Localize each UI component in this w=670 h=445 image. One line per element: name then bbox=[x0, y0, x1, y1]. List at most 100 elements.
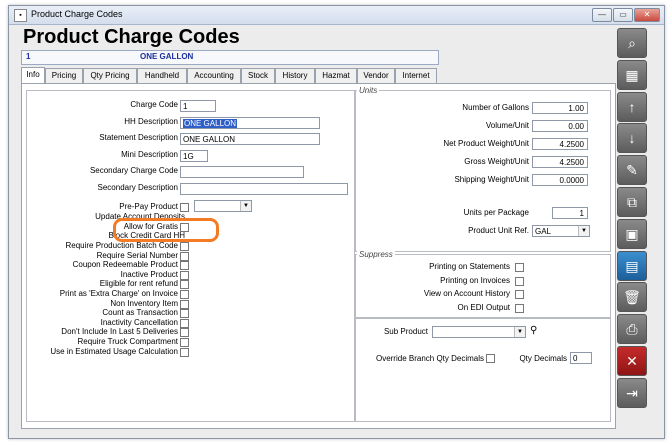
option-checkbox[interactable] bbox=[180, 299, 189, 309]
suppress-checkbox[interactable] bbox=[515, 276, 524, 286]
tab-handheld[interactable]: Handheld bbox=[137, 68, 187, 83]
statement-description-field[interactable]: ONE GALLON bbox=[180, 133, 320, 145]
arrow-down-button[interactable]: ↓ bbox=[617, 123, 647, 154]
units-row-value[interactable]: 0.00 bbox=[532, 120, 588, 132]
save-disk-icon: ▤ bbox=[625, 257, 639, 274]
units-per-package-field[interactable]: 1 bbox=[552, 207, 588, 219]
minimize-button[interactable]: — bbox=[592, 8, 612, 22]
units-row-label: Volume/Unit bbox=[485, 121, 529, 130]
option-label: Require Truck Compartment bbox=[77, 337, 178, 346]
option-checkbox[interactable] bbox=[180, 328, 189, 338]
binoculars-icon[interactable]: ⚲ bbox=[530, 325, 537, 336]
cancel-x-button[interactable]: ✕ bbox=[617, 346, 647, 376]
mini-description-field[interactable]: 1G bbox=[180, 150, 208, 162]
exit-door-icon: ⇥ bbox=[626, 384, 638, 401]
secondary-code-field[interactable] bbox=[180, 166, 304, 178]
hh-description-field[interactable]: ONE GALLON bbox=[180, 117, 320, 129]
hh-description-value: ONE GALLON bbox=[183, 119, 238, 128]
option-checkbox[interactable] bbox=[180, 309, 189, 319]
main-window: ▪ Product Charge Codes — ▭ ✕ Product Cha… bbox=[8, 5, 665, 439]
edit-pencil-button[interactable]: ✎ bbox=[617, 155, 647, 186]
exit-door-button[interactable]: ⇥ bbox=[617, 377, 647, 408]
chevron-down-icon: ▼ bbox=[514, 327, 525, 337]
units-row-label: Number of Gallons bbox=[462, 103, 529, 112]
units-per-package-label: Units per Package bbox=[463, 208, 529, 217]
chevron-down-icon: ▼ bbox=[240, 201, 251, 211]
tab-history[interactable]: History bbox=[275, 68, 315, 83]
option-checkbox[interactable] bbox=[180, 261, 189, 271]
suppress-checkbox[interactable] bbox=[515, 263, 524, 272]
unit-ref-label: Product Unit Ref. bbox=[468, 226, 529, 235]
tab-vendor[interactable]: Vendor bbox=[357, 68, 395, 83]
qty-decimals-spinner[interactable]: 0 bbox=[570, 352, 592, 364]
sub-product-dropdown[interactable]: ▼ bbox=[432, 326, 526, 338]
option-checkbox[interactable] bbox=[180, 270, 189, 280]
record-code: 1 bbox=[26, 52, 31, 61]
suppress-checkbox[interactable] bbox=[515, 303, 524, 313]
secondary-description-field[interactable] bbox=[180, 183, 348, 195]
tab-pricing[interactable]: Pricing bbox=[45, 68, 83, 83]
option-checkbox[interactable] bbox=[180, 347, 189, 357]
suppress-label: Printing on Invoices bbox=[440, 275, 510, 285]
copy-add-icon: ⧉ bbox=[627, 194, 637, 210]
trash-icon: 🗑 bbox=[623, 289, 641, 306]
info-panel: Charge Code 1 HH Description ONE GALLON … bbox=[21, 83, 616, 429]
print-button[interactable]: ⎙ bbox=[617, 314, 647, 345]
window-title: Product Charge Codes bbox=[31, 9, 123, 19]
suppress-label: On EDI Output bbox=[457, 302, 510, 312]
qty-decimals-label: Qty Decimals bbox=[519, 354, 567, 363]
tab-qty-pricing[interactable]: Qty Pricing bbox=[83, 68, 137, 83]
option-label: Coupon Redeemable Product bbox=[72, 260, 178, 270]
save-disk-button[interactable]: ▤ bbox=[617, 250, 647, 281]
option-label: Non Inventory Item bbox=[110, 298, 178, 308]
option-checkbox[interactable] bbox=[180, 290, 189, 299]
record-bar: 1 ONE GALLON bbox=[21, 50, 439, 65]
units-row-value[interactable]: 1.00 bbox=[532, 102, 588, 114]
tab-info[interactable]: Info bbox=[21, 67, 45, 84]
tab-stock[interactable]: Stock bbox=[241, 68, 275, 83]
option-checkbox[interactable] bbox=[180, 338, 189, 347]
arrow-up-button[interactable]: ↑ bbox=[617, 91, 647, 122]
option-checkbox[interactable] bbox=[180, 242, 189, 251]
new-record-button[interactable]: ▣ bbox=[617, 218, 647, 249]
option-checkbox[interactable] bbox=[180, 280, 189, 290]
override-decimals-checkbox[interactable] bbox=[486, 354, 495, 363]
units-row-value[interactable]: 4.2500 bbox=[532, 156, 588, 168]
close-button[interactable]: ✕ bbox=[634, 8, 660, 22]
units-row-value[interactable]: 0.0000 bbox=[532, 174, 588, 186]
trash-button[interactable]: 🗑 bbox=[617, 282, 647, 313]
grid-icon: ▦ bbox=[625, 66, 639, 83]
copy-add-button[interactable]: ⧉ bbox=[617, 187, 647, 217]
search-button[interactable]: ⌕ bbox=[617, 28, 647, 58]
secondary-code-label: Secondary Charge Code bbox=[89, 166, 178, 175]
option-label: Count as Transaction bbox=[102, 308, 178, 318]
search-icon: ⌕ bbox=[628, 35, 636, 51]
prepay-dropdown[interactable]: ▼ bbox=[194, 200, 252, 212]
secondary-description-label: Secondary Description bbox=[97, 183, 178, 192]
charge-code-field[interactable]: 1 bbox=[180, 100, 216, 112]
option-checkbox[interactable] bbox=[180, 318, 189, 328]
tab-accounting[interactable]: Accounting bbox=[187, 68, 241, 83]
unit-ref-dropdown[interactable]: GAL ▼ bbox=[532, 225, 590, 237]
option-label: Require Production Batch Code bbox=[65, 241, 178, 250]
chevron-down-icon: ▼ bbox=[578, 226, 589, 236]
option-label: Inactive Product bbox=[120, 269, 178, 279]
grid-button[interactable]: ▦ bbox=[617, 59, 647, 90]
tab-hazmat[interactable]: Hazmat bbox=[315, 68, 357, 83]
units-row-value[interactable]: 4.2500 bbox=[532, 138, 588, 150]
suppress-group-label: Suppress bbox=[357, 250, 395, 259]
option-label: Inactivity Cancellation bbox=[100, 317, 178, 327]
suppress-label: Printing on Statements bbox=[429, 262, 510, 271]
override-decimals-label: Override Branch Qty Decimals bbox=[375, 354, 484, 363]
units-group-label: Units bbox=[357, 86, 380, 95]
restore-button[interactable]: ▭ bbox=[613, 8, 633, 22]
prepay-checkbox[interactable] bbox=[180, 203, 189, 212]
tab-internet[interactable]: Internet bbox=[395, 68, 437, 83]
print-icon: ⎙ bbox=[626, 321, 638, 338]
charge-code-label: Charge Code bbox=[130, 100, 178, 109]
option-checkbox[interactable] bbox=[180, 251, 189, 261]
app-icon: ▪ bbox=[14, 9, 27, 22]
suppress-checkbox[interactable] bbox=[515, 290, 524, 299]
option-label: Use in Estimated Usage Calculation bbox=[50, 346, 178, 356]
arrow-down-icon: ↓ bbox=[628, 130, 636, 147]
